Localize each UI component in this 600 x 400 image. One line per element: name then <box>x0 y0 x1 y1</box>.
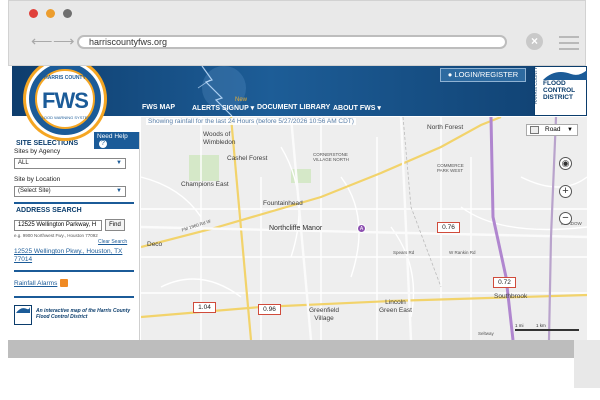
place-label: CORNERSTONE VILLAGE NORTH <box>313 152 349 162</box>
place-label: Southbrook <box>494 293 528 300</box>
fws-logo[interactable]: HARRIS COUNTY FWS FLOOD WARNING SYSTEM <box>26 66 104 138</box>
rain-gauge[interactable]: 1.04 <box>193 302 216 313</box>
rain-gauge[interactable]: 0.76 <box>437 222 460 233</box>
rain-gauge[interactable]: 0.72 <box>493 277 516 288</box>
sites-by-agency-select[interactable]: ALL ▼ <box>14 158 126 169</box>
login-register-button[interactable]: ● LOGIN/REGISTER <box>440 68 526 82</box>
sites-by-agency-value: ALL <box>18 160 29 166</box>
window-maximize-dot[interactable] <box>63 9 72 18</box>
place-label: Northcliffe Manor <box>269 225 323 232</box>
site-by-location-value: (Select Site) <box>18 188 51 194</box>
browser-chrome: ⟵ ⟶ harriscountyfws.org × <box>8 0 586 66</box>
hamburger-menu-icon[interactable] <box>559 36 579 54</box>
vertical-scrollbar[interactable] <box>574 340 600 388</box>
place-label: Lincoln Green East <box>379 299 412 314</box>
chevron-down-icon: ▼ <box>116 188 122 194</box>
place-label: North Forest <box>427 124 464 131</box>
web-page: ● LOGIN/REGISTER FLOOD CONTROL DISTRICT … <box>12 66 587 340</box>
map-layer-select[interactable]: Road ▼ <box>526 124 578 136</box>
window-minimize-dot[interactable] <box>46 9 55 18</box>
fws-logo-inner: HARRIS COUNTY FWS FLOOD WARNING SYSTEM <box>35 69 95 129</box>
place-label: Woods of Wimbledon <box>203 131 236 146</box>
fws-logo-bottom-text: FLOOD WARNING SYSTEM <box>39 115 91 120</box>
zoom-out-button[interactable]: − <box>559 212 572 225</box>
site-by-location-label: Site by Location <box>14 176 61 183</box>
map-scale-text: 1 mi 1 km <box>515 323 546 328</box>
place-label: Cashel Forest <box>227 155 268 162</box>
address-marker[interactable]: A <box>357 224 366 233</box>
find-button[interactable]: Find <box>105 219 125 231</box>
arrow-right-icon[interactable]: ⟶ <box>53 32 75 50</box>
rainfall-alarms-link[interactable]: Rainfall Alarms <box>14 280 57 287</box>
divider <box>14 202 134 204</box>
hcfcd-footer-logo <box>14 305 32 325</box>
need-help-label: Need Help <box>97 133 128 140</box>
road-label: W Rankin Rd <box>449 250 476 255</box>
map-status-text: Showing rainfall for the last 24 Hours (… <box>146 118 356 125</box>
arrow-left-icon[interactable]: ⟵ <box>31 32 53 50</box>
clear-search-link[interactable]: Clear Search <box>98 239 127 245</box>
road-label: Spears Rd <box>393 250 415 255</box>
address-result-link[interactable]: 12525 Wellington Pkwy., Houston, TX 7701… <box>14 248 132 264</box>
sites-by-agency-label: Sites by Agency <box>14 148 61 155</box>
footer-description: An interactive map of the Harris County … <box>36 308 131 320</box>
address-example-text: e.g. 9900 Northwest Fwy., Houston 77092 <box>14 233 98 238</box>
fws-logo-text: FWS <box>42 88 89 113</box>
need-help-button[interactable]: Need Help? <box>94 132 139 149</box>
chevron-down-icon: ▼ <box>567 127 573 133</box>
hcfcd-vertical-text: HARRIS COUNTY <box>533 66 538 104</box>
nav-fws-map[interactable]: FWS MAP <box>142 104 175 111</box>
place-label: COMMERCE PARK WEST <box>437 163 464 173</box>
new-badge: New <box>235 97 248 103</box>
map-layer-value: Road <box>545 126 561 133</box>
chevron-down-icon: ▼ <box>116 160 122 166</box>
road-label: Seltway <box>478 331 494 336</box>
fws-logo-top-text: HARRIS COUNTY <box>44 75 86 81</box>
sidebar: Need Help? SITE SELECTIONS Sites by Agen… <box>12 132 140 340</box>
close-icon[interactable]: × <box>526 33 543 50</box>
layers-icon <box>530 126 539 134</box>
nav-alerts-signup[interactable]: ALERTS SIGNUP ▾ <box>192 104 254 112</box>
nav-document-library[interactable]: DOCUMENT LIBRARY <box>257 104 330 111</box>
hcfcd-logo-text: FLOOD CONTROL DISTRICT <box>543 80 576 101</box>
help-icon: ? <box>99 140 107 148</box>
zoom-in-button[interactable]: + <box>559 185 572 198</box>
divider <box>14 296 134 298</box>
locate-icon[interactable]: ◉ <box>559 157 572 170</box>
rain-gauge[interactable]: 0.96 <box>258 304 281 315</box>
address-search-heading: ADDRESS SEARCH <box>16 207 82 214</box>
rss-icon[interactable] <box>60 279 68 287</box>
screenshot: ⟵ ⟶ harriscountyfws.org × ● LOGIN/REGIST… <box>0 0 600 400</box>
rainfall-map[interactable]: Showing rainfall for the last 24 Hours (… <box>141 117 587 340</box>
login-register-label: LOGIN/REGISTER <box>454 70 519 79</box>
window-close-dot[interactable] <box>29 9 38 18</box>
url-bar[interactable]: harriscountyfws.org <box>77 35 507 49</box>
nav-about-fws[interactable]: ABOUT FWS ▾ <box>333 104 381 112</box>
divider <box>14 270 134 272</box>
wave-icon <box>16 307 30 313</box>
place-label: Fountainhead <box>263 200 303 207</box>
place-label: Greenfield Village <box>309 307 339 322</box>
place-label: Champions East <box>181 181 229 188</box>
site-by-location-select[interactable]: (Select Site) ▼ <box>14 186 126 197</box>
address-search-input[interactable]: 12525 Wellington Parkway, H <box>14 220 102 231</box>
site-selections-heading: SITE SELECTIONS <box>16 140 79 147</box>
horizontal-scrollbar[interactable] <box>8 340 586 358</box>
map-scale-bar <box>515 329 579 331</box>
place-label: Deco <box>147 241 163 248</box>
